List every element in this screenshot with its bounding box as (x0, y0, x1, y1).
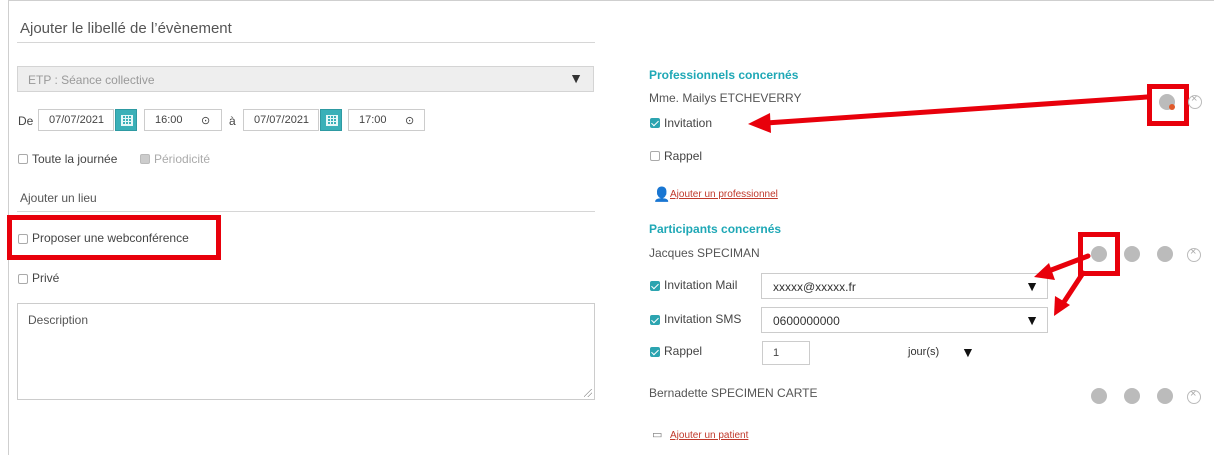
arrow-line-invitation (763, 94, 1150, 126)
arrow-head-mail (1034, 263, 1055, 280)
arrow-line-mail (1043, 253, 1091, 275)
arrow-head-invitation (748, 113, 771, 133)
annotation-arrows (748, 94, 1150, 316)
arrow-line-sms (1059, 270, 1086, 308)
